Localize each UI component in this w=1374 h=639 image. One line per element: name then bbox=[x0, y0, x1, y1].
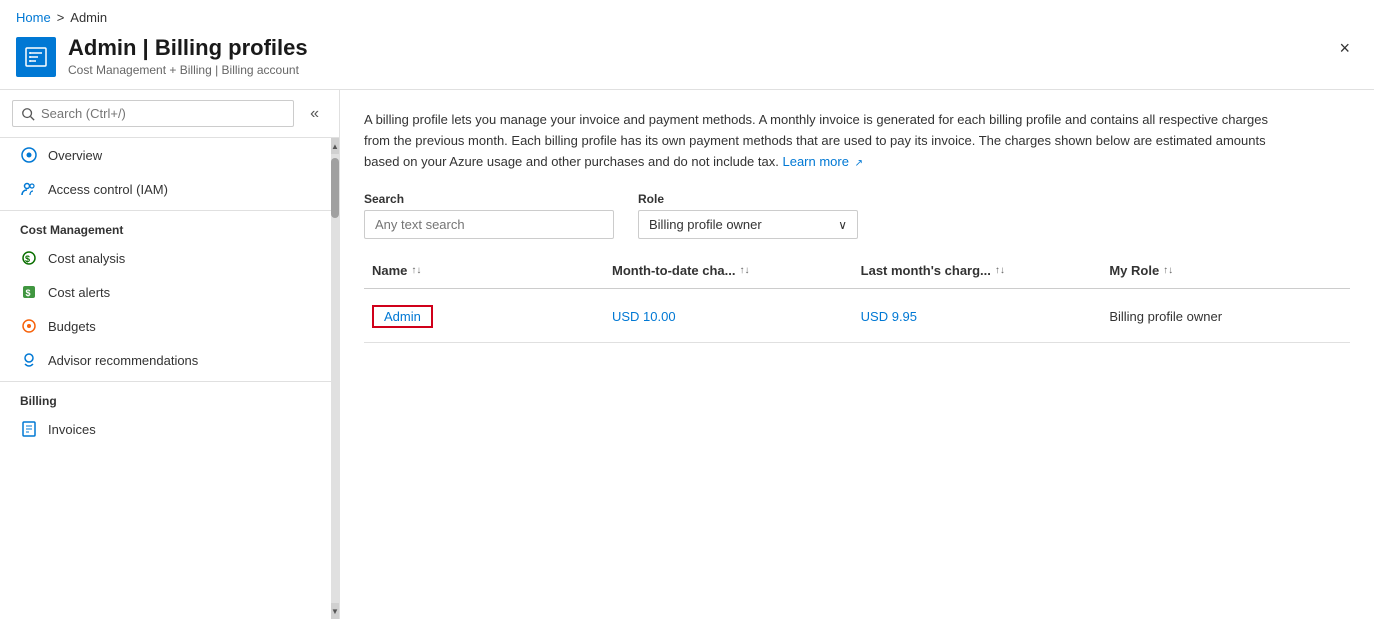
col-header-my-role: My Role ↑↓ bbox=[1101, 259, 1350, 282]
col-header-last-month: Last month's charg... ↑↓ bbox=[853, 259, 1102, 282]
col-header-name: Name ↑↓ bbox=[364, 259, 604, 282]
scroll-thumb[interactable] bbox=[331, 158, 339, 218]
sidebar-scrollbar[interactable]: ▲ ▼ bbox=[331, 138, 339, 619]
table-cell-mtd[interactable]: USD 10.00 bbox=[604, 301, 853, 332]
access-control-icon bbox=[20, 180, 38, 198]
sidebar-item-access-control[interactable]: Access control (IAM) bbox=[0, 172, 331, 206]
filters-row: Search Role Billing profile owner ∨ bbox=[364, 192, 1350, 239]
svg-text:$: $ bbox=[26, 288, 31, 298]
billing-profiles-table: Name ↑↓ Month-to-date cha... ↑↓ Last mon… bbox=[364, 259, 1350, 343]
learn-more-link[interactable]: Learn more ↗ bbox=[782, 154, 863, 169]
table-row: Admin USD 10.00 USD 9.95 Billing profile… bbox=[364, 291, 1350, 343]
breadcrumb: Home > Admin bbox=[0, 0, 1374, 29]
sidebar-section-billing: Billing bbox=[0, 381, 331, 412]
sort-myrole-icon[interactable]: ↑↓ bbox=[1163, 265, 1173, 276]
table-header: Name ↑↓ Month-to-date cha... ↑↓ Last mon… bbox=[364, 259, 1350, 289]
role-filter-label: Role bbox=[638, 192, 858, 206]
sidebar-item-cost-analysis-label: Cost analysis bbox=[48, 251, 125, 266]
sidebar-item-invoices[interactable]: Invoices bbox=[0, 412, 331, 446]
sort-name-icon[interactable]: ↑↓ bbox=[411, 265, 421, 276]
sidebar-item-budgets-label: Budgets bbox=[48, 319, 96, 334]
description-text: A billing profile lets you manage your i… bbox=[364, 110, 1284, 172]
invoices-icon bbox=[20, 420, 38, 438]
main-content: A billing profile lets you manage your i… bbox=[340, 90, 1374, 619]
advisor-icon bbox=[20, 351, 38, 369]
overview-icon bbox=[20, 146, 38, 164]
sidebar-item-overview[interactable]: Overview bbox=[0, 138, 331, 172]
page-header: Admin | Billing profiles Cost Management… bbox=[0, 29, 1374, 90]
search-icon bbox=[21, 107, 35, 121]
sort-mtd-icon[interactable]: ↑↓ bbox=[740, 265, 750, 276]
sidebar-item-cost-alerts[interactable]: $ Cost alerts bbox=[0, 275, 331, 309]
close-button[interactable]: × bbox=[1331, 35, 1358, 61]
collapse-sidebar-button[interactable]: « bbox=[302, 101, 327, 127]
search-filter-label: Search bbox=[364, 192, 614, 206]
scroll-up-arrow[interactable]: ▲ bbox=[331, 138, 339, 154]
col-header-mtd: Month-to-date cha... ↑↓ bbox=[604, 259, 853, 282]
sidebar-item-advisor[interactable]: Advisor recommendations bbox=[0, 343, 331, 377]
breadcrumb-home[interactable]: Home bbox=[16, 10, 51, 25]
role-filter-select[interactable]: Billing profile owner ∨ bbox=[638, 210, 858, 239]
breadcrumb-separator: > bbox=[57, 10, 65, 25]
sidebar-item-advisor-label: Advisor recommendations bbox=[48, 353, 198, 368]
search-filter-group: Search bbox=[364, 192, 614, 239]
sidebar-section-cost-management: Cost Management bbox=[0, 210, 331, 241]
sidebar-scroll[interactable]: Overview Access control (IAM) Cost Manag… bbox=[0, 138, 331, 619]
budgets-icon bbox=[20, 317, 38, 335]
page-title: Admin | Billing profiles bbox=[68, 35, 308, 61]
cost-alerts-icon: $ bbox=[20, 283, 38, 301]
role-filter-group: Role Billing profile owner ∨ bbox=[638, 192, 858, 239]
sidebar-item-overview-label: Overview bbox=[48, 148, 102, 163]
sidebar-item-budgets[interactable]: Budgets bbox=[0, 309, 331, 343]
admin-link[interactable]: Admin bbox=[372, 305, 433, 328]
sidebar-item-cost-alerts-label: Cost alerts bbox=[48, 285, 110, 300]
sidebar-search-box[interactable] bbox=[12, 100, 294, 127]
svg-text:$: $ bbox=[25, 254, 30, 264]
external-link-icon: ↗ bbox=[855, 158, 863, 169]
sidebar: « Overview bbox=[0, 90, 340, 619]
sidebar-search-input[interactable] bbox=[41, 106, 285, 121]
table-cell-my-role: Billing profile owner bbox=[1101, 301, 1350, 332]
page-subtitle: Cost Management + Billing | Billing acco… bbox=[68, 63, 308, 77]
sidebar-item-cost-analysis[interactable]: $ Cost analysis bbox=[0, 241, 331, 275]
cost-analysis-icon: $ bbox=[20, 249, 38, 267]
sidebar-item-access-label: Access control (IAM) bbox=[48, 182, 168, 197]
breadcrumb-current: Admin bbox=[70, 10, 107, 25]
table-cell-name: Admin bbox=[364, 301, 604, 332]
sort-lastmonth-icon[interactable]: ↑↓ bbox=[995, 265, 1005, 276]
billing-icon bbox=[24, 45, 48, 69]
role-filter-value: Billing profile owner bbox=[649, 217, 762, 232]
scroll-down-arrow[interactable]: ▼ bbox=[331, 603, 339, 619]
chevron-down-icon: ∨ bbox=[838, 218, 847, 232]
table-cell-last-month[interactable]: USD 9.95 bbox=[853, 301, 1102, 332]
sidebar-item-invoices-label: Invoices bbox=[48, 422, 96, 437]
search-filter-input[interactable] bbox=[364, 210, 614, 239]
page-icon bbox=[16, 37, 56, 77]
sidebar-header: « bbox=[0, 90, 339, 138]
